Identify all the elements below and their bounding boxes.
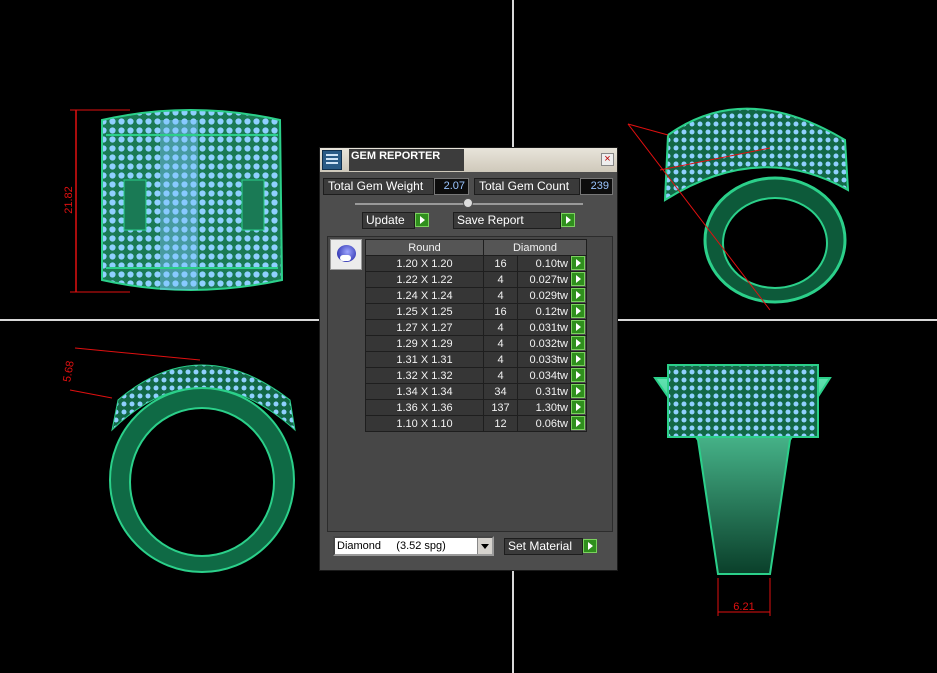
gem-carat-cell: 1.30tw xyxy=(517,399,571,416)
gem-carat-cell: 0.033tw xyxy=(517,351,571,368)
round-gem-icon[interactable] xyxy=(330,239,362,270)
gem-count-cell: 4 xyxy=(483,367,518,384)
total-gem-count-value: 239 xyxy=(580,178,613,195)
gem-size-cell: 1.31 X 1.31 xyxy=(365,351,484,368)
gem-list[interactable]: Round Diamond 1.20 X 1.20 16 0.10tw 1.22 X … xyxy=(327,236,613,532)
row-action-cell[interactable] xyxy=(570,415,587,432)
svg-text:6.21: 6.21 xyxy=(733,601,754,613)
gem-size-cell: 1.32 X 1.32 xyxy=(365,367,484,384)
gem-carat-cell: 0.032tw xyxy=(517,335,571,352)
update-go-icon[interactable] xyxy=(415,213,429,227)
column-header-material: Diamond xyxy=(483,239,587,256)
ring-end-view: 6.21 xyxy=(653,364,832,616)
ring-perspective-view xyxy=(627,107,850,311)
table-row[interactable]: 1.27 X 1.27 4 0.031tw xyxy=(365,319,587,336)
chevron-down-icon[interactable] xyxy=(477,538,492,554)
row-go-icon[interactable] xyxy=(571,272,585,286)
table-header: Round Diamond xyxy=(365,239,587,256)
table-row[interactable]: 1.10 X 1.10 12 0.06tw xyxy=(365,415,587,432)
gem-size-cell: 1.27 X 1.27 xyxy=(365,319,484,336)
gem-size-cell: 1.36 X 1.36 xyxy=(365,399,484,416)
gem-carat-cell: 0.06tw xyxy=(517,415,571,432)
table-row[interactable]: 1.31 X 1.31 4 0.033tw xyxy=(365,351,587,368)
row-go-icon[interactable] xyxy=(571,400,585,414)
gem-count-cell: 34 xyxy=(483,383,518,400)
set-material-go-icon[interactable] xyxy=(583,539,597,553)
row-go-icon[interactable] xyxy=(571,384,585,398)
table-row[interactable]: 1.36 X 1.36 137 1.30tw xyxy=(365,399,587,416)
row-action-cell[interactable] xyxy=(570,271,587,288)
gem-count-cell: 4 xyxy=(483,335,518,352)
window-title: GEM REPORTER xyxy=(349,149,464,171)
table-row[interactable]: 1.32 X 1.32 4 0.034tw xyxy=(365,367,587,384)
gem-size-cell: 1.29 X 1.29 xyxy=(365,335,484,352)
total-gem-weight-value: 2.07 xyxy=(434,178,469,195)
update-button[interactable]: Update xyxy=(362,212,415,229)
row-go-icon[interactable] xyxy=(571,368,585,382)
app-icon xyxy=(322,150,342,170)
save-report-button[interactable]: Save Report xyxy=(453,212,561,229)
row-go-icon[interactable] xyxy=(571,352,585,366)
gem-size-cell: 1.34 X 1.34 xyxy=(365,383,484,400)
gem-count-cell: 4 xyxy=(483,319,518,336)
gem-carat-cell: 0.031tw xyxy=(517,319,571,336)
gem-size-cell: 1.10 X 1.10 xyxy=(365,415,484,432)
gem-carat-cell: 0.31tw xyxy=(517,383,571,400)
column-header-shape: Round xyxy=(365,239,484,256)
gem-count-cell: 4 xyxy=(483,271,518,288)
table-row[interactable]: 1.34 X 1.34 34 0.31tw xyxy=(365,383,587,400)
gem-count-cell: 4 xyxy=(483,351,518,368)
gem-carat-cell: 0.027tw xyxy=(517,271,571,288)
table-row[interactable]: 1.25 X 1.25 16 0.12tw xyxy=(365,303,587,320)
table-row[interactable]: 1.20 X 1.20 16 0.10tw xyxy=(365,255,587,272)
row-action-cell[interactable] xyxy=(570,287,587,304)
gem-count-cell: 16 xyxy=(483,303,518,320)
total-gem-weight-label: Total Gem Weight xyxy=(323,178,434,195)
row-action-cell[interactable] xyxy=(570,399,587,416)
title-bar[interactable]: GEM REPORTER × xyxy=(320,148,617,172)
gem-size-cell: 1.20 X 1.20 xyxy=(365,255,484,272)
gem-carat-cell: 0.10tw xyxy=(517,255,571,272)
gem-count-cell: 12 xyxy=(483,415,518,432)
gem-size-cell: 1.24 X 1.24 xyxy=(365,287,484,304)
ring-front-view xyxy=(101,109,284,291)
gem-count-cell: 4 xyxy=(483,287,518,304)
row-action-cell[interactable] xyxy=(570,351,587,368)
gem-count-cell: 137 xyxy=(483,399,518,416)
gem-table: Round Diamond 1.20 X 1.20 16 0.10tw 1.22 X … xyxy=(365,239,587,432)
gem-count-cell: 16 xyxy=(483,255,518,272)
save-report-go-icon[interactable] xyxy=(561,213,575,227)
row-action-cell[interactable] xyxy=(570,303,587,320)
row-action-cell[interactable] xyxy=(570,319,587,336)
row-action-cell[interactable] xyxy=(570,335,587,352)
row-go-icon[interactable] xyxy=(571,336,585,350)
gem-carat-cell: 0.12tw xyxy=(517,303,571,320)
ring-side-view: 5.68 xyxy=(61,347,296,573)
table-row[interactable]: 1.24 X 1.24 4 0.029tw xyxy=(365,287,587,304)
row-go-icon[interactable] xyxy=(571,288,585,302)
slider-handle[interactable] xyxy=(463,198,473,208)
svg-text:5.68: 5.68 xyxy=(61,360,77,383)
gem-carat-cell: 0.034tw xyxy=(517,367,571,384)
row-action-cell[interactable] xyxy=(570,383,587,400)
row-go-icon[interactable] xyxy=(571,320,585,334)
row-action-cell[interactable] xyxy=(570,367,587,384)
gem-size-cell: 1.25 X 1.25 xyxy=(365,303,484,320)
total-gem-count-label: Total Gem Count xyxy=(474,178,580,195)
material-dropdown-value: Diamond (3.52 spg) xyxy=(337,540,446,552)
row-go-icon[interactable] xyxy=(571,304,585,318)
table-row[interactable]: 1.22 X 1.22 4 0.027tw xyxy=(365,271,587,288)
table-row[interactable]: 1.29 X 1.29 4 0.032tw xyxy=(365,335,587,352)
gem-size-cell: 1.22 X 1.22 xyxy=(365,271,484,288)
set-material-button[interactable]: Set Material xyxy=(504,538,583,555)
gem-carat-cell: 0.029tw xyxy=(517,287,571,304)
row-go-icon[interactable] xyxy=(571,256,585,270)
material-dropdown[interactable]: Diamond (3.52 spg) xyxy=(333,536,494,556)
close-button[interactable]: × xyxy=(601,153,614,166)
row-go-icon[interactable] xyxy=(571,416,585,430)
svg-text:21.82: 21.82 xyxy=(63,186,75,214)
gem-reporter-window: GEM REPORTER × Total Gem Weight 2.07 Tot… xyxy=(319,147,618,571)
row-action-cell[interactable] xyxy=(570,255,587,272)
